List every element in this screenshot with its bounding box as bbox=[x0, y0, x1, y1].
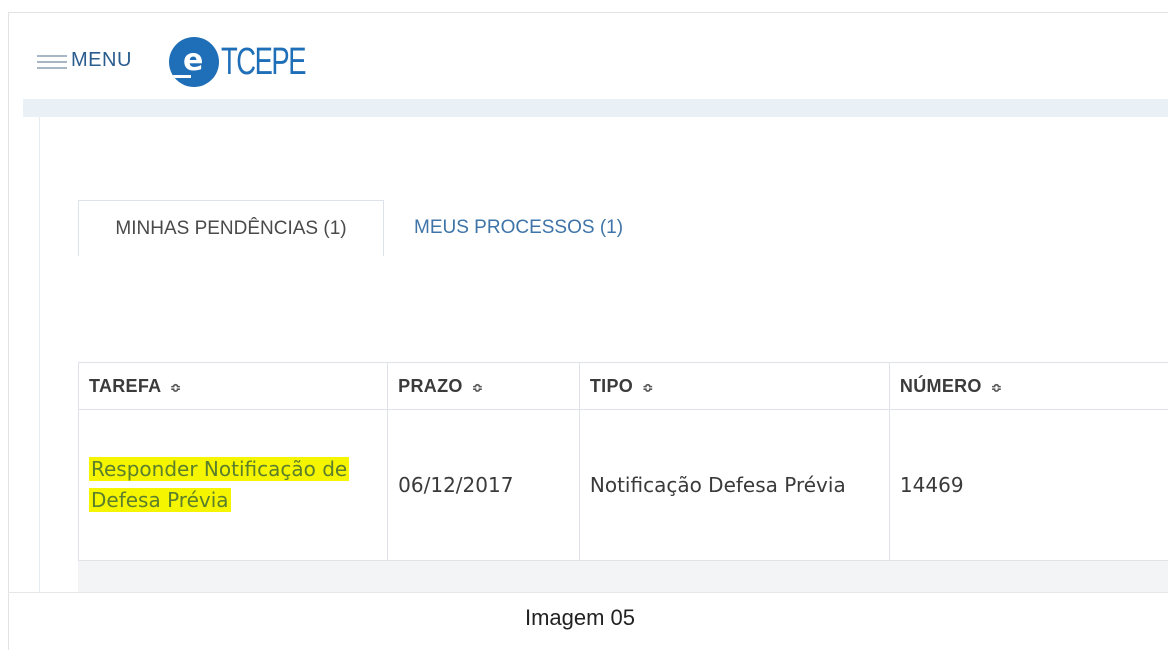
logo-letter: e bbox=[183, 43, 204, 78]
pendencias-table-container: TAREFA ≎ PRAZO ≎ TIPO ≎ NÚMERO ≎ Respond… bbox=[77, 362, 1168, 592]
sort-updown-icon: ≎ bbox=[170, 379, 182, 395]
cell-tipo: Notificação Defesa Prévia bbox=[578, 409, 890, 561]
sort-updown-icon: ≎ bbox=[991, 379, 1003, 395]
column-header-tarefa[interactable]: TAREFA ≎ bbox=[77, 362, 389, 410]
menu-label: MENU bbox=[71, 49, 132, 71]
table-row: Responder Notificação de Defesa Prévia 0… bbox=[77, 409, 1168, 561]
tab-meus-processos[interactable]: MEUS PROCESSOS (1) bbox=[384, 200, 645, 256]
image-caption: Imagem 05 bbox=[524, 605, 636, 630]
cell-prazo: 06/12/2017 bbox=[387, 409, 580, 561]
table-header-row: TAREFA ≎ PRAZO ≎ TIPO ≎ NÚMERO ≎ bbox=[77, 362, 1168, 410]
app-screenshot-frame: MENU e TCEPE MINHAS PENDÊNCIAS (1) MEUS … bbox=[8, 12, 1168, 592]
hamburger-icon bbox=[37, 53, 67, 69]
sort-updown-icon: ≎ bbox=[471, 379, 484, 395]
column-header-tipo[interactable]: TIPO ≎ bbox=[578, 362, 890, 410]
column-header-prazo[interactable]: PRAZO ≎ bbox=[387, 362, 580, 410]
sort-updown-icon: ≎ bbox=[642, 379, 654, 395]
header-divider-band bbox=[23, 99, 1168, 117]
tab-minhas-pendencias[interactable]: MINHAS PENDÊNCIAS (1) bbox=[78, 200, 384, 256]
top-header: MENU e TCEPE bbox=[9, 13, 1168, 99]
cell-tarefa: Responder Notificação de Defesa Prévia bbox=[77, 409, 389, 561]
logo-text: TCEPE bbox=[221, 40, 306, 83]
logo-circle-icon: e bbox=[169, 37, 219, 87]
column-header-numero[interactable]: NÚMERO ≎ bbox=[888, 362, 1168, 410]
cell-numero: 14469 bbox=[888, 409, 1168, 561]
main-panel: MINHAS PENDÊNCIAS (1) MEUS PROCESSOS (1)… bbox=[39, 117, 1168, 592]
tarefa-link[interactable]: Responder Notificação de Defesa Prévia bbox=[89, 457, 350, 512]
etcepe-logo[interactable]: e TCEPE bbox=[169, 37, 338, 87]
menu-button[interactable]: MENU bbox=[37, 49, 132, 72]
tab-bar: MINHAS PENDÊNCIAS (1) MEUS PROCESSOS (1) bbox=[78, 200, 645, 258]
pendencias-table: TAREFA ≎ PRAZO ≎ TIPO ≎ NÚMERO ≎ Respond… bbox=[77, 362, 1168, 561]
